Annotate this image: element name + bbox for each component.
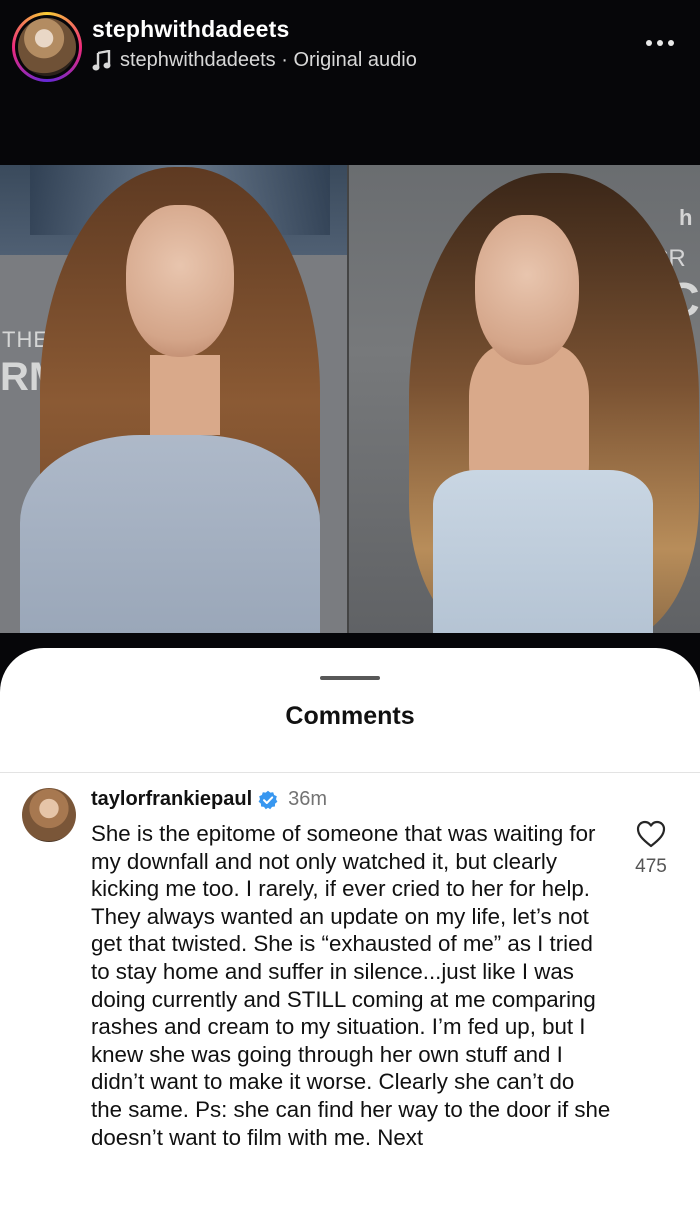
- sheet-title: Comments: [285, 702, 415, 730]
- like-count: 475: [635, 856, 667, 877]
- more-horizontal-icon[interactable]: [646, 40, 674, 46]
- story-avatar[interactable]: [12, 12, 82, 82]
- heart-icon[interactable]: [636, 820, 666, 848]
- sheet-grabber[interactable]: [320, 676, 380, 680]
- commenter-avatar[interactable]: [22, 788, 76, 842]
- avatar-border: [15, 15, 79, 79]
- audio-link[interactable]: stephwithdadeets · Original audio: [92, 49, 417, 72]
- music-note-icon: [92, 49, 111, 70]
- person-right-face: [475, 215, 579, 365]
- comments-sheet: Comments taylorfrankiepaul 36m She is th…: [0, 648, 700, 1220]
- media-panel-left: h THE SEC RM: [0, 165, 347, 633]
- verified-badge-icon: [258, 790, 278, 809]
- header-username[interactable]: stephwithdadeets: [92, 16, 289, 43]
- person-left-dress: [20, 435, 320, 633]
- person-left-face: [126, 205, 234, 357]
- reel-header: stephwithdadeets stephwithdadeets · Orig…: [0, 0, 700, 165]
- comment-time: 36m: [288, 788, 328, 810]
- person-left-neck: [150, 355, 220, 435]
- media-panel-right: h SECR MC: [347, 165, 700, 633]
- comment-text: She is the epitome of someone that was w…: [91, 821, 611, 1150]
- comment-header: taylorfrankiepaul 36m: [91, 788, 327, 811]
- divider: [0, 772, 700, 773]
- person-right-dress: [433, 470, 653, 633]
- avatar-image: [18, 18, 76, 76]
- commenter-username[interactable]: taylorfrankiepaul: [91, 788, 252, 811]
- reel-media[interactable]: h THE SEC RM h SECR MC: [0, 165, 700, 633]
- backdrop-logo: h: [679, 205, 693, 230]
- audio-label: stephwithdadeets · Original audio: [120, 49, 417, 71]
